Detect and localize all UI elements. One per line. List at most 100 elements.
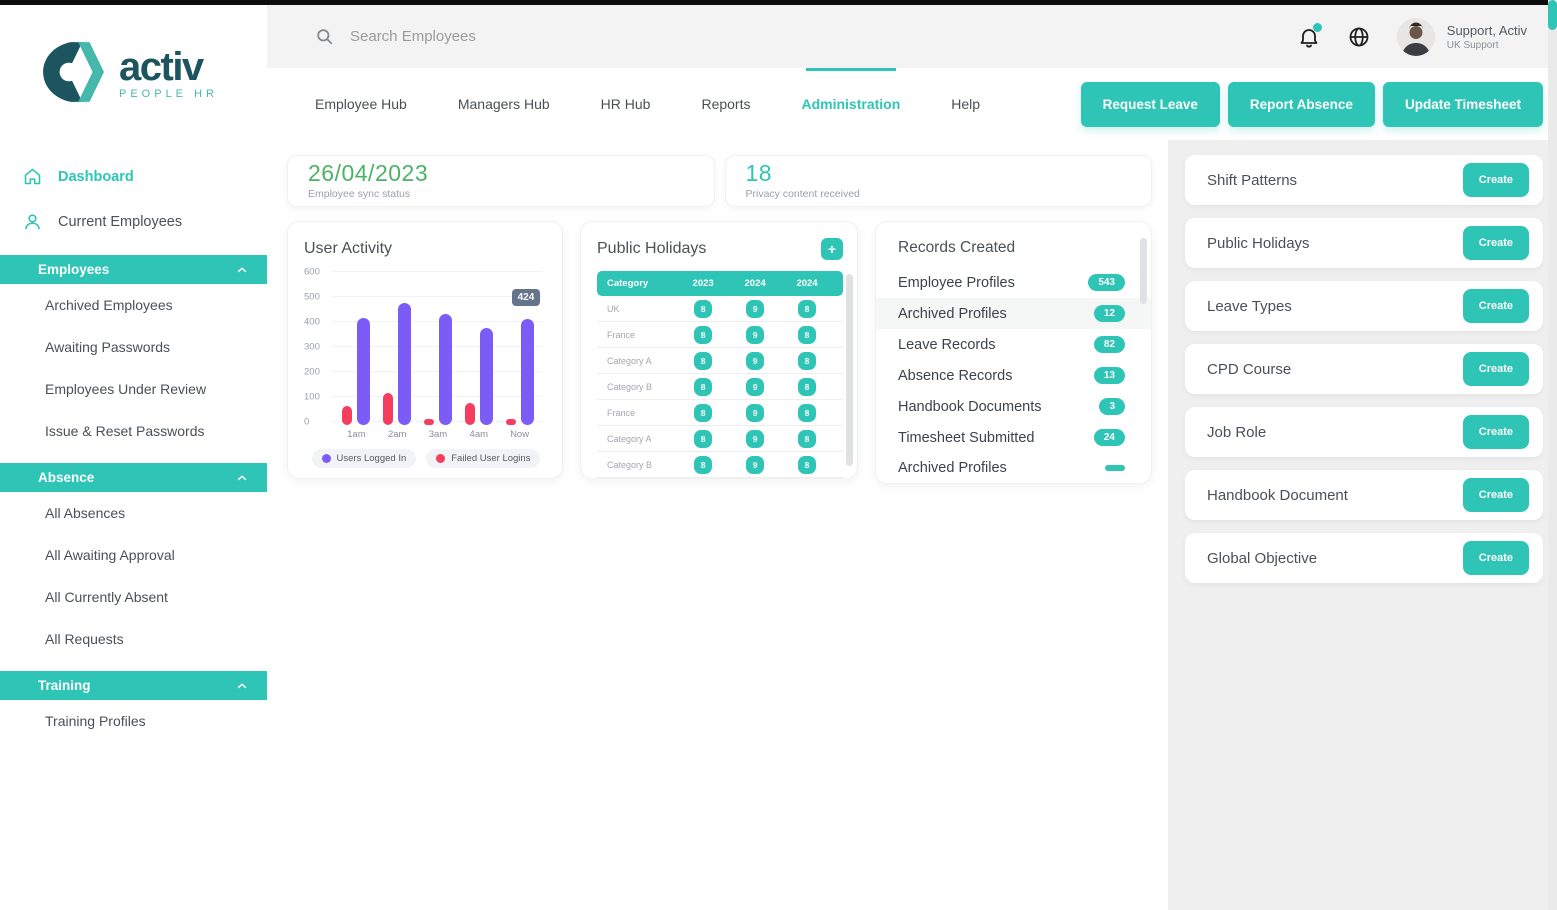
quick-create-card-leave-types: Leave Types Create bbox=[1185, 281, 1543, 331]
create-global-objective-button[interactable]: Create bbox=[1463, 541, 1529, 575]
x-axis-label: 1am bbox=[347, 429, 365, 440]
sidebar-item-employees-under-review[interactable]: Employees Under Review bbox=[0, 368, 267, 410]
holiday-row-category-a-7[interactable]: Category A898 bbox=[597, 478, 843, 479]
tab-reports[interactable]: Reports bbox=[701, 68, 750, 140]
tab-administration[interactable]: Administration bbox=[801, 68, 900, 140]
record-item-archived-profiles[interactable]: Archived Profiles12 bbox=[876, 298, 1151, 329]
create-public-holidays-button[interactable]: Create bbox=[1463, 226, 1529, 260]
count-badge: 9 bbox=[746, 456, 765, 474]
create-leave-types-button[interactable]: Create bbox=[1463, 289, 1529, 323]
y-axis-tick: 100 bbox=[304, 392, 320, 403]
user-menu[interactable]: Support, Activ UK Support bbox=[1397, 18, 1527, 56]
record-count-badge: 13 bbox=[1094, 367, 1125, 384]
records-list: Employee Profiles543Archived Profiles12L… bbox=[876, 267, 1151, 483]
update-timesheet-button[interactable]: Update Timesheet bbox=[1383, 82, 1543, 127]
tab-managers-hub[interactable]: Managers Hub bbox=[458, 68, 550, 140]
users-logged-in-bar[interactable] bbox=[357, 318, 370, 426]
sidebar-item-all-requests[interactable]: All Requests bbox=[0, 618, 267, 660]
sidebar-item-current-employees[interactable]: Current Employees bbox=[0, 199, 267, 244]
quick-create-label: Shift Patterns bbox=[1207, 172, 1297, 189]
create-job-role-button[interactable]: Create bbox=[1463, 415, 1529, 449]
record-item-timesheet-submitted[interactable]: Timesheet Submitted24 bbox=[876, 422, 1151, 453]
y-axis-tick: 300 bbox=[304, 342, 320, 353]
add-holiday-button[interactable]: + bbox=[821, 238, 843, 260]
stat-card-privacy: 18 Privacy content received bbox=[725, 155, 1153, 207]
bar-groups: 1am2am3am4amNow424 bbox=[336, 272, 540, 422]
search-input[interactable] bbox=[348, 27, 668, 46]
sidebar-section-employees[interactable]: Employees bbox=[0, 255, 267, 284]
holiday-row-category-a-2[interactable]: Category A898 bbox=[597, 348, 843, 374]
sidebar-section-training[interactable]: Training bbox=[0, 671, 267, 700]
holiday-row-category-b-6[interactable]: Category B898 bbox=[597, 452, 843, 478]
holiday-cell: 8 bbox=[781, 429, 833, 448]
chevron-up-icon bbox=[235, 471, 249, 485]
bar-group-1am: 1am bbox=[336, 272, 377, 422]
y-axis-tick: 200 bbox=[304, 367, 320, 378]
user-role: UK Support bbox=[1447, 40, 1527, 51]
legend-dot bbox=[436, 454, 445, 463]
record-count-badge: 12 bbox=[1094, 305, 1125, 322]
tab-employee-hub[interactable]: Employee Hub bbox=[315, 68, 407, 140]
sidebar-item-training-profiles[interactable]: Training Profiles bbox=[0, 700, 267, 742]
failed-user-logins-bar[interactable] bbox=[465, 403, 475, 426]
failed-user-logins-bar[interactable] bbox=[424, 419, 434, 425]
holiday-cell: 8 bbox=[677, 429, 729, 448]
create-handbook-document-button[interactable]: Create bbox=[1463, 478, 1529, 512]
users-logged-in-bar[interactable] bbox=[398, 303, 411, 426]
failed-user-logins-bar[interactable] bbox=[383, 393, 393, 426]
request-leave-button[interactable]: Request Leave bbox=[1081, 82, 1220, 127]
holiday-row-uk-0[interactable]: UK898 bbox=[597, 296, 843, 322]
notifications-button[interactable] bbox=[1297, 25, 1321, 49]
holiday-cell: 8 bbox=[677, 325, 729, 344]
failed-user-logins-bar[interactable] bbox=[506, 419, 516, 425]
language-button[interactable] bbox=[1347, 25, 1371, 49]
sidebar-item-dashboard[interactable]: Dashboard bbox=[0, 154, 267, 199]
page-scrollbar[interactable] bbox=[1548, 0, 1557, 910]
sidebar-item-archived-employees[interactable]: Archived Employees bbox=[0, 284, 267, 326]
record-item-employee-profiles[interactable]: Employee Profiles543 bbox=[876, 267, 1151, 298]
public-holidays-card: Public Holidays + Category202320242024UK… bbox=[580, 221, 858, 479]
users-logged-in-bar[interactable] bbox=[439, 314, 452, 425]
record-item-handbook-documents[interactable]: Handbook Documents3 bbox=[876, 391, 1151, 422]
quick-create-label: Leave Types bbox=[1207, 298, 1292, 315]
tab-help[interactable]: Help bbox=[951, 68, 980, 140]
nav-row: Employee Hub Managers Hub HR Hub Reports Adm… bbox=[267, 68, 1557, 140]
holidays-scrollbar[interactable] bbox=[846, 274, 853, 466]
users-logged-in-bar[interactable] bbox=[480, 328, 493, 426]
tab-hr-hub[interactable]: HR Hub bbox=[601, 68, 651, 140]
holiday-row-category-b-3[interactable]: Category B898 bbox=[597, 374, 843, 400]
holiday-cell: 8 bbox=[781, 455, 833, 474]
sidebar-item-all-awaiting-approval[interactable]: All Awaiting Approval bbox=[0, 534, 267, 576]
users-logged-in-bar[interactable] bbox=[521, 319, 534, 425]
nav-actions: Request LeaveReport AbsenceUpdate Timesh… bbox=[1081, 82, 1543, 127]
holiday-cell: 9 bbox=[729, 299, 781, 318]
search-box[interactable] bbox=[315, 27, 1297, 46]
record-item-absence-records[interactable]: Absence Records13 bbox=[876, 360, 1151, 391]
holiday-row-france-4[interactable]: France898 bbox=[597, 400, 843, 426]
record-item-leave-records[interactable]: Leave Records82 bbox=[876, 329, 1151, 360]
avatar bbox=[1397, 18, 1435, 56]
report-absence-button[interactable]: Report Absence bbox=[1228, 82, 1375, 127]
sidebar-section-absence[interactable]: Absence bbox=[0, 463, 267, 492]
record-item-archived-profiles[interactable]: Archived Profiles bbox=[876, 453, 1151, 483]
create-shift-patterns-button[interactable]: Create bbox=[1463, 163, 1529, 197]
failed-user-logins-bar[interactable] bbox=[342, 406, 352, 425]
bar-group-now: Now424 bbox=[499, 272, 540, 422]
holiday-cell: 8 bbox=[677, 403, 729, 422]
page-scrollbar-thumb[interactable] bbox=[1548, 0, 1557, 30]
count-badge: 9 bbox=[746, 430, 765, 448]
create-cpd-course-button[interactable]: Create bbox=[1463, 352, 1529, 386]
quick-create-card-cpd-course: CPD CourseCreate bbox=[1185, 344, 1543, 394]
sidebar-item-all-currently-absent[interactable]: All Currently Absent bbox=[0, 576, 267, 618]
sidebar-item-all-absences[interactable]: All Absences bbox=[0, 492, 267, 534]
sidebar-item-awaiting-passwords[interactable]: Awaiting Passwords bbox=[0, 326, 267, 368]
topbar-right: Support, Activ UK Support bbox=[1297, 18, 1527, 56]
search-icon bbox=[315, 27, 334, 46]
sidebar-item-issue-reset-passwords[interactable]: Issue & Reset Passwords bbox=[0, 410, 267, 452]
records-title: Records Created bbox=[876, 239, 1151, 257]
sidebar-item-label: Current Employees bbox=[58, 214, 182, 230]
holiday-row-france-1[interactable]: France898 bbox=[597, 322, 843, 348]
records-scrollbar[interactable] bbox=[1140, 238, 1147, 304]
x-axis-label: 3am bbox=[429, 429, 447, 440]
holiday-row-category-a-5[interactable]: Category A898 bbox=[597, 426, 843, 452]
